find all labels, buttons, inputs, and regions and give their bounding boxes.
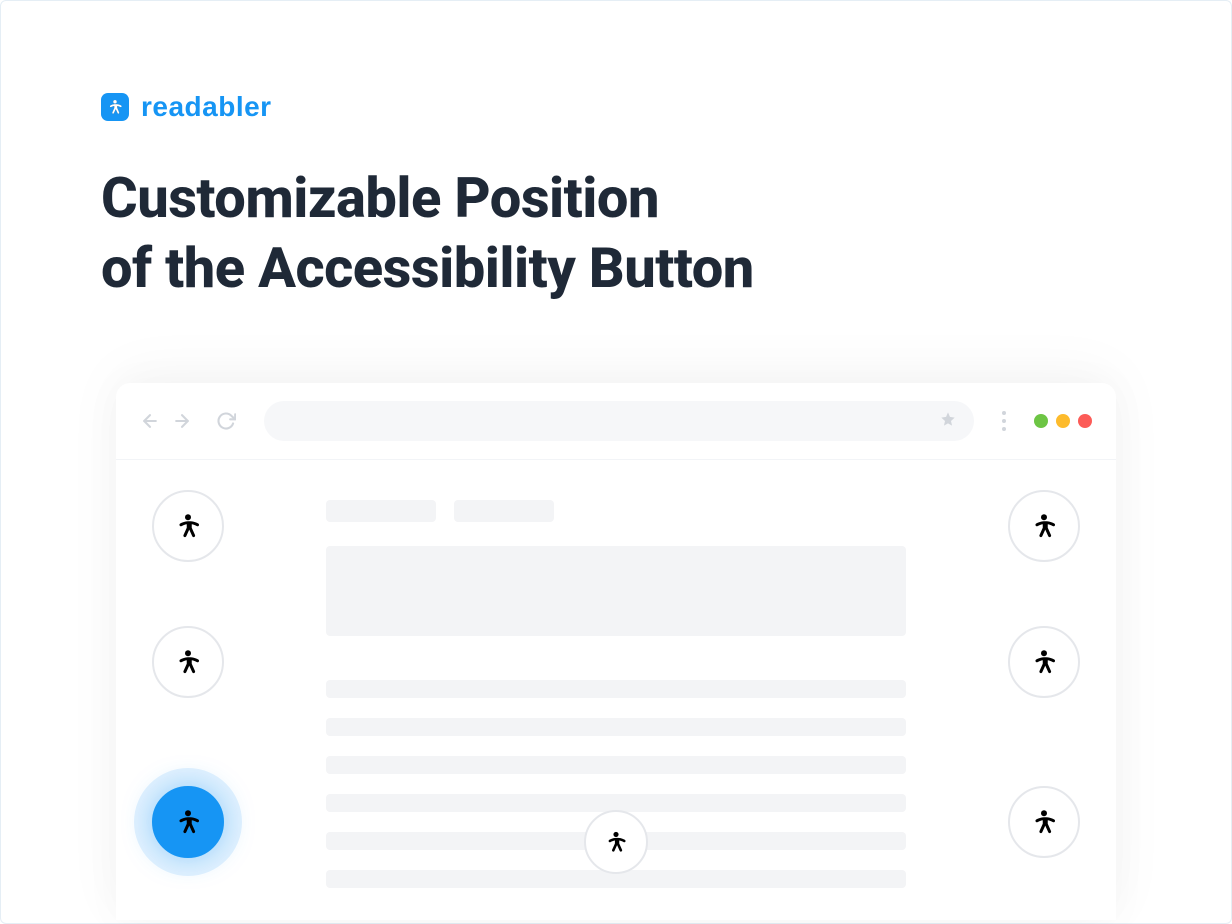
brand-name: readabler — [141, 91, 272, 123]
address-bar[interactable] — [264, 401, 974, 441]
placeholder-block — [326, 546, 906, 636]
star-icon[interactable] — [940, 411, 956, 431]
heading-line-2: of the Accessibility Button — [101, 235, 754, 301]
position-top-left[interactable] — [152, 490, 224, 562]
position-bottom-center[interactable] — [584, 810, 648, 874]
position-middle-left[interactable] — [152, 626, 224, 698]
placeholder-line — [326, 718, 906, 736]
position-top-right[interactable] — [1008, 490, 1080, 562]
brand-row: readabler — [101, 91, 1131, 123]
more-icon[interactable] — [1002, 411, 1006, 431]
browser-viewport — [116, 460, 1116, 920]
brand-icon — [101, 93, 129, 121]
placeholder-line — [326, 756, 906, 774]
page-title: Customizable Position of the Accessibili… — [101, 163, 1131, 303]
position-bottom-left[interactable] — [152, 786, 224, 858]
position-middle-right[interactable] — [1008, 626, 1080, 698]
traffic-light-green — [1034, 414, 1048, 428]
placeholder-text — [454, 500, 554, 522]
placeholder-text — [326, 500, 436, 522]
placeholder-line — [326, 680, 906, 698]
browser-mockup — [116, 383, 1116, 920]
back-icon[interactable] — [140, 411, 160, 431]
traffic-light-yellow — [1056, 414, 1070, 428]
heading-line-1: Customizable Position — [101, 165, 659, 231]
browser-toolbar — [116, 383, 1116, 460]
position-bottom-right[interactable] — [1008, 786, 1080, 858]
traffic-light-red — [1078, 414, 1092, 428]
traffic-lights — [1034, 414, 1092, 428]
reload-icon[interactable] — [216, 411, 236, 431]
forward-icon[interactable] — [172, 411, 192, 431]
